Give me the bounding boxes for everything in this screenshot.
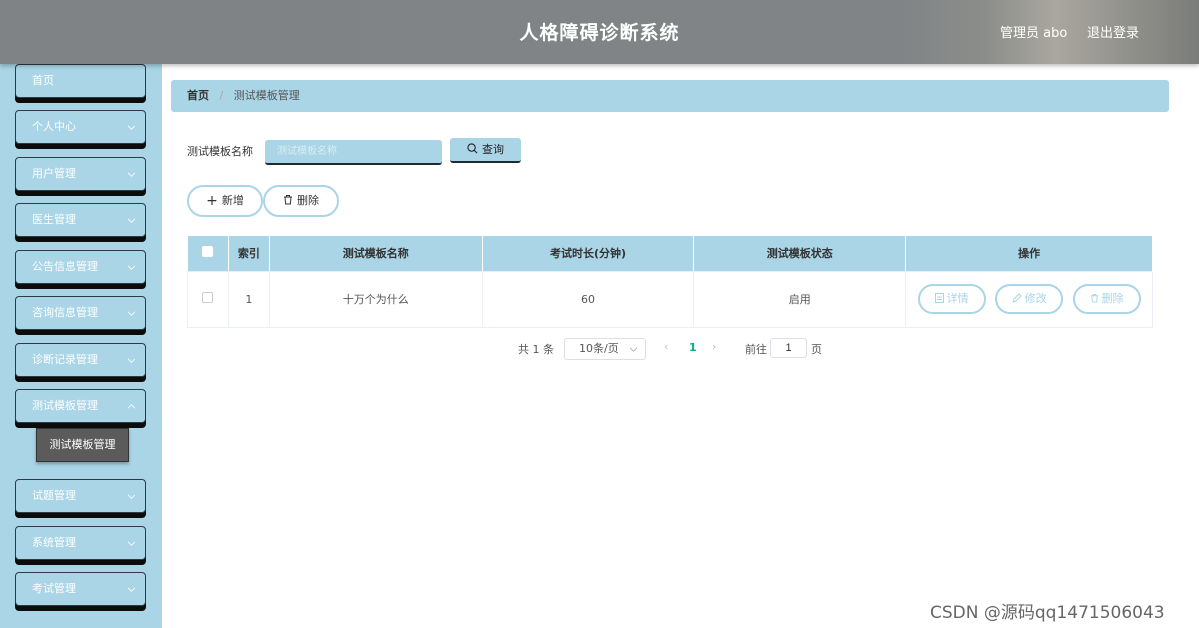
sidebar-item-exam-management[interactable]: 考试管理 — [15, 572, 146, 606]
query-button-label: 查询 — [482, 143, 504, 156]
sidebar-item-label: 医生管理 — [32, 213, 76, 226]
cell-duration: 60 — [481, 270, 695, 328]
cell-actions: 详情 修改 删除 — [905, 270, 1153, 328]
sidebar-item-label: 咨询信息管理 — [32, 306, 98, 319]
row-delete-button-label: 删除 — [1101, 292, 1124, 305]
detail-button-label: 详情 — [946, 292, 969, 305]
detail-button[interactable]: 详情 — [917, 284, 986, 314]
sidebar-item-label: 首页 — [32, 74, 54, 87]
column-header-actions: 操作 — [905, 236, 1153, 271]
goto-page-input[interactable] — [770, 338, 807, 358]
row-checkbox[interactable] — [202, 292, 214, 303]
chevron-down-icon — [128, 587, 135, 592]
sidebar-item-label: 诊断记录管理 — [32, 353, 98, 366]
logout-link[interactable]: 退出登录 — [1087, 22, 1139, 41]
cell-index: 1 — [227, 270, 270, 328]
chevron-down-icon — [630, 347, 637, 352]
chevron-up-icon — [128, 404, 135, 409]
next-page-icon[interactable]: › — [712, 340, 716, 353]
search-icon — [467, 143, 478, 154]
sidebar-item-label: 试题管理 — [32, 489, 76, 502]
sidebar-item-consultation-management[interactable]: 咨询信息管理 — [15, 296, 146, 330]
cell-status: 启用 — [693, 270, 907, 328]
watermark-text: CSDN @源码qq1471506043 — [930, 603, 1165, 623]
prev-page-icon[interactable]: ‹ — [664, 340, 668, 353]
chevron-down-icon — [128, 218, 135, 223]
chevron-down-icon — [128, 265, 135, 270]
column-header-name: 测试模板名称 — [269, 236, 483, 271]
row-select-cell — [187, 270, 229, 328]
sidebar-item-label: 公告信息管理 — [32, 260, 98, 273]
goto-prefix: 前往 — [745, 343, 767, 356]
chevron-down-icon — [128, 172, 135, 177]
breadcrumb-home[interactable]: 首页 — [187, 89, 209, 102]
table-header-row: 索引 测试模板名称 考试时长(分钟) 测试模板状态 操作 — [187, 236, 1153, 271]
breadcrumb-separator: / — [219, 89, 224, 102]
row-delete-button[interactable]: 删除 — [1072, 284, 1141, 314]
edit-button[interactable]: 修改 — [995, 284, 1064, 314]
sidebar-item-label: 个人中心 — [32, 120, 76, 133]
chevron-down-icon — [128, 125, 135, 130]
table-row: 1 十万个为什么 60 启用 详情 修改 删除 — [187, 270, 1153, 328]
page-size-value: 10条/页 — [579, 342, 619, 355]
sidebar-item-home[interactable]: 首页 — [15, 64, 146, 98]
sidebar-item-doctor-management[interactable]: 医生管理 — [15, 203, 146, 237]
edit-button-label: 修改 — [1024, 292, 1047, 305]
chevron-down-icon — [128, 494, 135, 499]
trash-icon — [284, 195, 292, 205]
cell-name: 十万个为什么 — [268, 270, 483, 328]
document-icon — [934, 293, 944, 303]
chevron-down-icon — [128, 358, 135, 363]
page-number-current[interactable]: 1 — [689, 341, 697, 354]
sidebar-item-questions[interactable]: 试题管理 — [15, 479, 146, 513]
delete-button-label: 删除 — [297, 194, 319, 207]
sidebar-item-test-templates[interactable]: 测试模板管理 — [15, 389, 146, 423]
goto-suffix: 页 — [811, 343, 822, 356]
column-header-status: 测试模板状态 — [693, 236, 907, 271]
chevron-down-icon — [128, 311, 135, 316]
top-header: 人格障碍诊断系统 管理员 abo 退出登录 — [0, 0, 1199, 64]
add-button[interactable]: + 新增 — [187, 185, 263, 217]
current-user: 管理员 abo — [1000, 26, 1068, 41]
page-size-select[interactable]: 10条/页 — [564, 338, 646, 360]
sidebar-item-notice-management[interactable]: 公告信息管理 — [15, 250, 146, 284]
breadcrumb: 首页 / 测试模板管理 — [171, 80, 1169, 112]
add-button-label: 新增 — [221, 194, 244, 207]
sidebar-item-system-management[interactable]: 系统管理 — [15, 526, 146, 560]
sidebar-item-label: 用户管理 — [32, 167, 76, 180]
submenu-item-test-templates[interactable]: 测试模板管理 — [36, 428, 129, 462]
search-label: 测试模板名称 — [187, 145, 253, 158]
sidebar-item-label: 考试管理 — [32, 582, 76, 595]
sidebar: 首页 个人中心 用户管理 医生管理 公告信息管理 咨询信息管理 诊断记录管理 测… — [0, 64, 162, 628]
column-header-index: 索引 — [228, 236, 270, 271]
select-all-checkbox[interactable] — [202, 246, 214, 258]
batch-delete-button[interactable]: 删除 — [263, 185, 339, 217]
select-all-cell — [187, 236, 229, 271]
pagination-total: 共 1 条 — [518, 343, 554, 356]
plus-icon: + — [206, 193, 218, 209]
sidebar-item-diagnosis-records[interactable]: 诊断记录管理 — [15, 343, 146, 377]
trash-icon — [1090, 293, 1098, 303]
breadcrumb-current: 测试模板管理 — [233, 89, 300, 102]
chevron-down-icon — [128, 541, 135, 546]
sidebar-item-user-management[interactable]: 用户管理 — [15, 157, 146, 191]
edit-icon — [1011, 293, 1022, 303]
search-input[interactable] — [265, 140, 442, 165]
sidebar-item-label: 测试模板管理 — [32, 399, 98, 412]
sidebar-item-label: 系统管理 — [32, 536, 76, 549]
template-table: 索引 测试模板名称 考试时长(分钟) 测试模板状态 操作 1 十万个为什么 60… — [187, 236, 1153, 328]
column-header-duration: 考试时长(分钟) — [482, 236, 695, 271]
sidebar-item-personal-center[interactable]: 个人中心 — [15, 110, 146, 144]
query-button[interactable]: 查询 — [450, 138, 521, 163]
